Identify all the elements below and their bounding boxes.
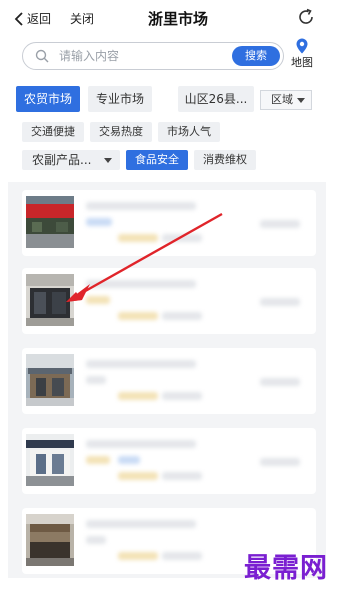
market-photo [26,434,74,486]
refresh-icon[interactable] [296,7,316,27]
watermark: 最需网 [244,553,328,584]
market-card[interactable] [22,428,316,494]
chip-food-safety[interactable]: 食品安全 [126,150,188,170]
area-dropdown-label: 区域 [271,93,293,106]
search-button[interactable]: 搜索 [232,46,280,66]
market-photo [26,274,74,326]
market-card[interactable] [22,348,316,414]
category-dropdown[interactable]: 农副产品... [22,150,120,170]
chip-consumer-rights[interactable]: 消费维权 [194,150,256,170]
search-bar: 搜索 [22,42,284,70]
caret-down-icon [297,98,305,103]
map-label: 地图 [291,56,313,69]
category-dropdown-label: 农副产品... [32,153,92,167]
sort-chip-transport[interactable]: 交通便捷 [22,122,84,142]
sort-chip-trading-heat[interactable]: 交易热度 [90,122,152,142]
market-card[interactable] [22,268,316,334]
search-input[interactable] [59,47,209,65]
market-photo [26,354,74,406]
search-icon [35,49,49,63]
market-photo [26,514,74,566]
top-bar: 返回 关闭 浙里市场 [0,0,356,36]
market-card[interactable] [22,190,316,256]
market-list [8,182,326,578]
area-dropdown[interactable]: 区域 [260,90,312,110]
district-filter[interactable]: 山区26县... [178,86,254,112]
map-pin-icon [296,38,308,54]
caret-down-icon [104,158,112,163]
tab-farmers-market[interactable]: 农贸市场 [16,86,80,112]
tab-specialized-market[interactable]: 专业市场 [88,86,152,112]
market-photo [26,196,74,248]
map-button[interactable]: 地图 [289,38,315,70]
sort-chip-popularity[interactable]: 市场人气 [158,122,220,142]
